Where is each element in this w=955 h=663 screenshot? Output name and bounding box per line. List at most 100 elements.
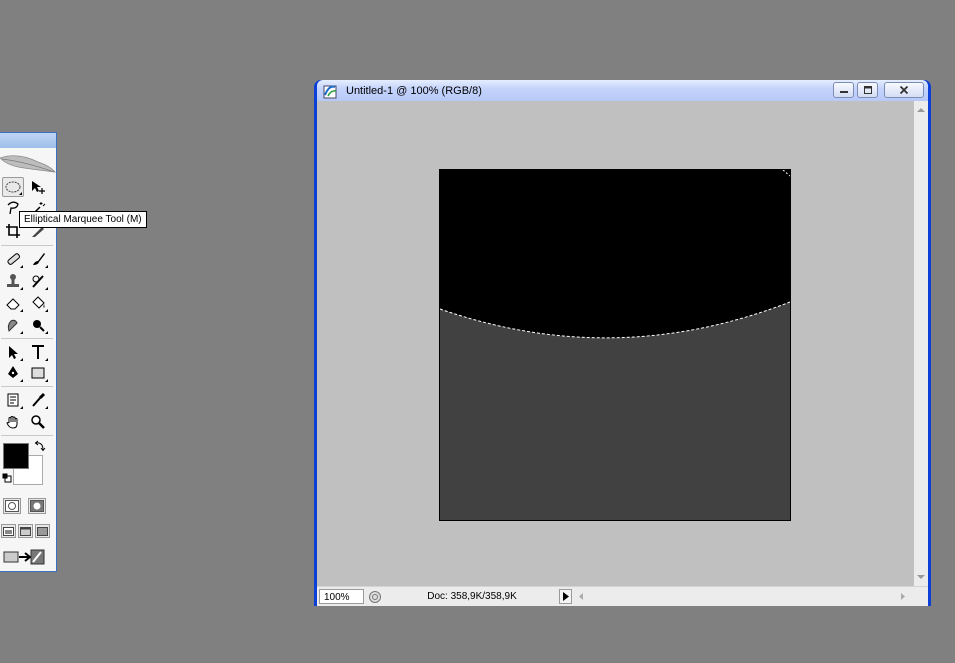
image-canvas[interactable] xyxy=(439,169,791,521)
magnifier-icon xyxy=(31,415,45,429)
hand-tool[interactable] xyxy=(2,412,24,432)
horizontal-scrollbar[interactable] xyxy=(575,589,912,604)
quick-mask-mode-button[interactable] xyxy=(28,498,46,514)
paint-bucket-icon xyxy=(32,296,45,309)
foreground-color-swatch[interactable] xyxy=(3,443,29,469)
history-brush-icon xyxy=(32,275,44,288)
screen-mode-icon xyxy=(20,526,31,536)
toolbox-divider xyxy=(1,435,53,436)
document-title-bar[interactable]: Untitled-1 @ 100% (RGB/8) xyxy=(317,80,928,101)
history-brush-tool[interactable] xyxy=(27,271,49,291)
scroll-right-arrow-icon[interactable] xyxy=(897,589,909,604)
toolbox-panel xyxy=(0,132,57,572)
full-screen-mode-button[interactable] xyxy=(35,524,50,538)
move-arrow-icon xyxy=(32,181,45,194)
selection-fill xyxy=(440,170,790,338)
vertical-scrollbar[interactable] xyxy=(914,101,928,586)
brush-icon xyxy=(33,253,45,265)
type-t-icon xyxy=(32,345,44,359)
standard-mode-icon xyxy=(5,500,19,512)
status-menu-button[interactable] xyxy=(559,589,572,604)
hand-icon xyxy=(6,416,18,429)
tool-flyout-indicator xyxy=(45,406,48,409)
standard-mode-button[interactable] xyxy=(3,498,21,514)
tool-flyout-indicator xyxy=(45,287,48,290)
bandage-icon xyxy=(7,253,20,265)
pen-nib-icon xyxy=(8,366,18,378)
tool-flyout-indicator xyxy=(20,309,23,312)
toolbox-divider xyxy=(1,245,53,246)
rectangle-shape-icon xyxy=(31,367,45,379)
note-icon xyxy=(7,393,19,407)
scroll-down-arrow-icon[interactable] xyxy=(914,571,928,583)
minimize-button[interactable] xyxy=(833,82,854,98)
document-size-info: Doc: 358,9K/358,9K xyxy=(427,591,517,602)
maximize-button[interactable] xyxy=(857,82,878,98)
notes-tool[interactable] xyxy=(2,390,24,410)
quick-mask-icon xyxy=(30,500,44,512)
path-selection-tool[interactable] xyxy=(2,342,24,362)
tool-flyout-indicator xyxy=(20,287,23,290)
photoshop-document-icon[interactable] xyxy=(322,83,338,99)
zoom-level-field[interactable]: 100% xyxy=(319,589,364,604)
eraser-tool[interactable] xyxy=(2,293,24,313)
tool-flyout-indicator xyxy=(20,379,23,382)
tool-flyout-indicator xyxy=(20,265,23,268)
canvas-content xyxy=(440,170,790,339)
document-body: 100% Doc: 358,9K/358,9K xyxy=(317,101,928,606)
tool-tooltip: Elliptical Marquee Tool (M) xyxy=(19,211,147,228)
scroll-left-arrow-icon[interactable] xyxy=(575,589,587,604)
arrow-pointer-icon xyxy=(9,346,18,359)
dodge-tool[interactable] xyxy=(27,315,49,335)
document-window: Untitled-1 @ 100% (RGB/8) 100% Doc: 358,… xyxy=(314,80,931,606)
tool-flyout-indicator xyxy=(45,331,48,334)
status-info-icon[interactable] xyxy=(368,590,382,604)
elliptical-marquee-tool[interactable] xyxy=(2,177,24,197)
paint-bucket-tool[interactable] xyxy=(27,293,49,313)
tool-flyout-indicator xyxy=(45,309,48,312)
minimize-icon xyxy=(839,91,848,93)
eraser-icon xyxy=(6,298,20,310)
close-button[interactable] xyxy=(884,82,924,98)
imageready-icon xyxy=(3,549,45,565)
eyedropper-icon xyxy=(32,392,46,407)
blur-tool[interactable] xyxy=(2,315,24,335)
tool-flyout-indicator xyxy=(20,331,23,334)
maximize-icon xyxy=(863,86,872,94)
finger-smudge-icon xyxy=(7,319,18,332)
play-arrow-icon xyxy=(563,592,569,601)
move-tool[interactable] xyxy=(27,177,49,197)
swap-colors-icon[interactable] xyxy=(34,440,46,452)
brush-tool[interactable] xyxy=(27,249,49,269)
document-title: Untitled-1 @ 100% (RGB/8) xyxy=(346,85,482,97)
close-icon xyxy=(899,85,909,95)
status-bar: 100% Doc: 358,9K/358,9K xyxy=(317,586,928,606)
tool-flyout-indicator xyxy=(45,379,48,382)
eyedropper-tool[interactable] xyxy=(27,390,49,410)
tool-flyout-indicator xyxy=(45,358,48,361)
jump-to-imageready-button[interactable] xyxy=(3,547,47,567)
default-colors-icon[interactable] xyxy=(2,473,12,483)
screen-mode-icon xyxy=(3,526,14,536)
toolbox-divider xyxy=(1,386,53,387)
dodge-icon xyxy=(33,320,45,332)
toolbox-title-bar[interactable] xyxy=(0,133,56,148)
zoom-tool[interactable] xyxy=(27,412,49,432)
stamp-icon xyxy=(7,274,19,287)
rectangle-tool[interactable] xyxy=(27,363,49,383)
standard-screen-mode-button[interactable] xyxy=(1,524,16,538)
tool-flyout-indicator xyxy=(45,265,48,268)
full-screen-menu-mode-button[interactable] xyxy=(18,524,33,538)
tool-flyout-indicator xyxy=(20,358,23,361)
tool-flyout-indicator xyxy=(19,192,22,195)
canvas-pasteboard[interactable] xyxy=(317,101,914,586)
screen-mode-icon xyxy=(37,526,48,536)
tool-flyout-indicator xyxy=(20,406,23,409)
clone-stamp-tool[interactable] xyxy=(2,271,24,291)
type-tool[interactable] xyxy=(27,342,49,362)
toolbox-divider xyxy=(1,338,53,339)
scroll-up-arrow-icon[interactable] xyxy=(914,104,928,116)
healing-brush-tool[interactable] xyxy=(2,249,24,269)
pen-tool[interactable] xyxy=(2,363,24,383)
feather-logo-icon[interactable] xyxy=(0,148,56,174)
